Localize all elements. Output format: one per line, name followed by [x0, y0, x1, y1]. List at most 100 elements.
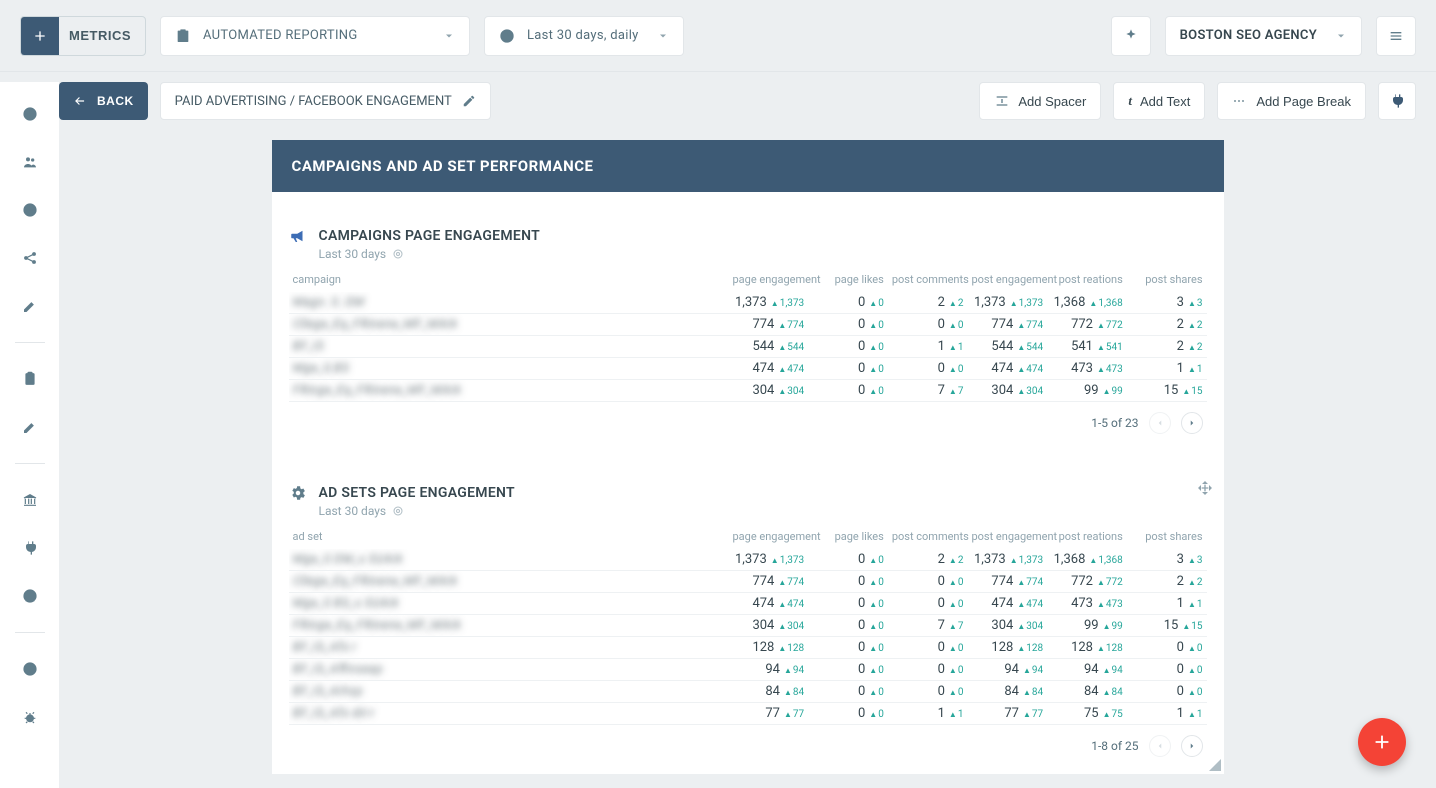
plug-icon [22, 540, 38, 556]
campaigns-table: campaignpage engagementpage likespost co… [289, 267, 1207, 402]
add-text-button[interactable]: t Add Text [1113, 82, 1205, 120]
column-header: post reations [1047, 267, 1127, 292]
next-page-button[interactable] [1181, 735, 1203, 757]
column-header: ad set [289, 524, 729, 549]
table-row[interactable]: BF_IS_Arhsp84▲840▲00▲084▲8484▲840▲0 [289, 681, 1207, 703]
nav-clipboard[interactable] [8, 361, 52, 397]
column-header: page engagement [729, 524, 809, 549]
row-name: BF_IS_Affinseap [289, 659, 729, 681]
people-icon [22, 154, 38, 170]
hamburger-icon [1388, 28, 1404, 44]
nav-edit[interactable] [8, 288, 52, 324]
column-header: page engagement [729, 267, 809, 292]
metric-cell: 1▲1 [1127, 593, 1207, 615]
gear-icon [289, 484, 307, 502]
pencil-icon [22, 298, 38, 314]
target-icon [392, 248, 404, 260]
clock-icon [499, 28, 515, 44]
metric-cell: 1▲1 [888, 703, 968, 725]
breadcrumb[interactable]: PAID ADVERTISING / FACEBOOK ENGAGEMENT [160, 82, 491, 120]
add-page-break-button[interactable]: Add Page Break [1217, 82, 1366, 120]
date-range-label: Last 30 days, daily [527, 28, 645, 43]
nav-plug[interactable] [8, 530, 52, 566]
metric-cell: 0▲0 [808, 703, 888, 725]
metric-cell: 1▲1 [1127, 703, 1207, 725]
metric-cell: 774▲774 [967, 571, 1047, 593]
table-row[interactable]: Magn. S. DM1,373▲1,3730▲02▲21,373▲1,3731… [289, 292, 1207, 314]
adsets-widget: AD SETS PAGE ENGAGEMENT Last 30 days ad … [272, 469, 1224, 774]
pager-text: 1-5 of 23 [1091, 416, 1138, 430]
table-row[interactable]: BF_IS544▲5440▲01▲1544▲544541▲5412▲2 [289, 336, 1207, 358]
table-row[interactable]: FRinge_Eq_FRinene_MF_MArk304▲3040▲07▲730… [289, 615, 1207, 637]
nav-analytics[interactable] [8, 192, 52, 228]
account-icon [22, 588, 38, 604]
metric-cell: 99▲99 [1047, 380, 1127, 402]
pencil-icon [462, 94, 476, 108]
nav-share[interactable] [8, 240, 52, 276]
metric-cell: 94▲94 [729, 659, 809, 681]
nav-account[interactable] [8, 578, 52, 614]
move-handle[interactable] [1197, 480, 1213, 500]
nav-globe[interactable] [8, 96, 52, 132]
prev-page-button [1149, 735, 1171, 757]
agency-select[interactable]: BOSTON SEO AGENCY [1165, 16, 1362, 56]
nav-info[interactable] [8, 651, 52, 687]
resize-handle[interactable] [1209, 759, 1221, 771]
metric-cell: 774▲774 [729, 314, 809, 336]
clipboard-icon [175, 28, 191, 44]
metric-cell: 0▲0 [1127, 681, 1207, 703]
metric-cell: 1,368▲1,368 [1047, 549, 1127, 571]
column-header: post engagement [967, 267, 1047, 292]
metric-cell: 0▲0 [808, 380, 888, 402]
table-row[interactable]: BF_IS_Afs r128▲1280▲00▲0128▲128128▲1280▲… [289, 637, 1207, 659]
column-header: post shares [1127, 267, 1207, 292]
bug-icon [22, 709, 38, 725]
table-row[interactable]: Mge_S.BS474▲4740▲00▲0474▲474473▲4731▲1 [289, 358, 1207, 380]
widget-title: AD SETS PAGE ENGAGEMENT [319, 485, 515, 501]
page-break-icon [1232, 93, 1248, 109]
nav-bank[interactable] [8, 482, 52, 518]
metric-cell: 1▲1 [1127, 358, 1207, 380]
table-row[interactable]: Cllege_Eq_FRinene_MF_MArk774▲7740▲00▲077… [289, 314, 1207, 336]
table-row[interactable]: FRinge_Eq_FRinene_MF_MArk304▲3040▲07▲730… [289, 380, 1207, 402]
report-select[interactable]: AUTOMATED REPORTING [160, 16, 470, 56]
metric-cell: 1,373▲1,373 [729, 549, 809, 571]
add-spacer-button[interactable]: Add Spacer [979, 82, 1101, 120]
table-row[interactable]: Mge_S BS_s SUArk474▲4740▲00▲0474▲474473▲… [289, 593, 1207, 615]
report-sheet: CAMPAIGNS AND AD SET PERFORMANCE CAMPAIG… [272, 140, 1224, 774]
metric-cell: 1,373▲1,373 [967, 292, 1047, 314]
metric-cell: 772▲772 [1047, 314, 1127, 336]
bank-icon [22, 492, 38, 508]
date-range-select[interactable]: Last 30 days, daily [484, 16, 684, 56]
nav-bug[interactable] [8, 699, 52, 735]
metric-cell: 128▲128 [1047, 637, 1127, 659]
integrations-button[interactable] [1378, 82, 1416, 120]
target-icon [392, 505, 404, 517]
row-name: Mge_S DM_s SUArk [289, 549, 729, 571]
back-button[interactable]: BACK [59, 82, 148, 120]
nav-edit2[interactable] [8, 409, 52, 445]
theme-toggle-button[interactable] [1111, 16, 1151, 56]
table-row[interactable]: BF_IS_Afs dir-r77▲770▲01▲177▲7775▲751▲1 [289, 703, 1207, 725]
table-row[interactable]: Cllege_Eq_FRinene_MF_MArk774▲7740▲00▲077… [289, 571, 1207, 593]
clipboard-icon [22, 371, 38, 387]
text-icon: t [1128, 93, 1132, 109]
menu-button[interactable] [1376, 16, 1416, 56]
metric-cell: 84▲84 [967, 681, 1047, 703]
breadcrumb-text: PAID ADVERTISING / FACEBOOK ENGAGEMENT [175, 94, 452, 109]
metric-cell: 0▲0 [808, 637, 888, 659]
table-row[interactable]: Mge_S DM_s SUArk1,373▲1,3730▲02▲21,373▲1… [289, 549, 1207, 571]
metric-cell: 15▲15 [1127, 380, 1207, 402]
metric-cell: 0▲0 [888, 659, 968, 681]
left-sidebar [0, 82, 59, 788]
metrics-button[interactable]: METRICS [20, 16, 146, 56]
nav-people[interactable] [8, 144, 52, 180]
report-select-label: AUTOMATED REPORTING [203, 28, 431, 43]
metric-cell: 0▲0 [808, 292, 888, 314]
metric-cell: 94▲94 [967, 659, 1047, 681]
metric-cell: 304▲304 [729, 615, 809, 637]
add-fab[interactable] [1358, 718, 1406, 766]
metric-cell: 128▲128 [729, 637, 809, 659]
table-row[interactable]: BF_IS_Affinseap94▲940▲00▲094▲9494▲940▲0 [289, 659, 1207, 681]
next-page-button[interactable] [1181, 412, 1203, 434]
